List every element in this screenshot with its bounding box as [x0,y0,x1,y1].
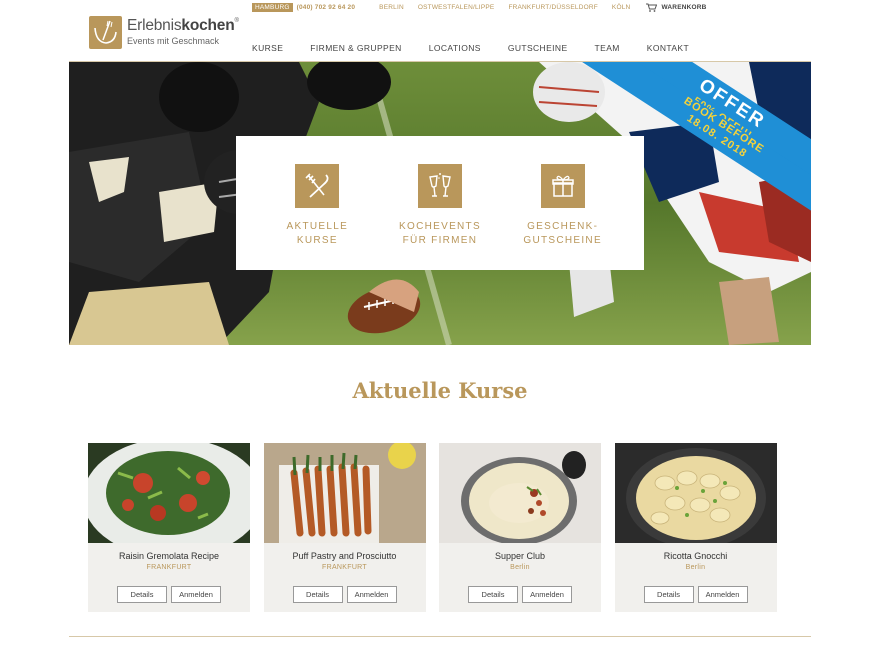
details-button[interactable]: Details [292,586,343,603]
course-title[interactable]: Raisin Gremolata Recipe [88,551,250,561]
quicklink-label-line2: FÜR FIRMEN [402,235,478,246]
section-title: Aktuelle Kurse [352,378,528,403]
footer-divider [69,636,811,637]
quicklink-label-line2: GUTSCHEINE [523,235,602,246]
course-image[interactable] [439,443,601,543]
brand-logo[interactable]: Erlebniskochen® Events mit Geschmack [89,15,239,49]
course-location: FRANKFURT [322,564,367,571]
course-image[interactable] [614,443,777,543]
course-card[interactable]: Ricotta Gnocchi Berlin Details Anmelden [614,443,777,612]
register-button[interactable]: Anmelden [522,586,572,603]
quicklink-aktuelle-kurse[interactable]: AKTUELLE KURSE [262,164,372,270]
city-link-owl[interactable]: OSTWESTFALEN/LIPPE [418,4,495,11]
course-card[interactable]: Puff Pastry and Prosciutto FRANKFURT Det… [263,443,426,612]
top-bar: HAMBURG (040) 702 92 64 20 BERLIN OSTWES… [252,2,707,12]
quicklink-label-line1: GESCHENK- [527,221,599,232]
register-button[interactable]: Anmelden [171,586,221,603]
cart-label: WARENKORB [661,3,707,11]
course-card[interactable]: Raisin Gremolata Recipe FRANKFURT Detail… [88,443,250,612]
quicklink-geschenkgutscheine[interactable]: GESCHENK- GUTSCHEINE [508,164,618,270]
gift-icon [540,164,585,208]
champagne-glasses-icon [417,164,462,208]
details-button[interactable]: Details [643,586,694,603]
brand-name: Erlebniskochen® [127,17,239,35]
city-link-frankfurt-duesseldorf[interactable]: FRANKFURT/DÜSSELDORF [508,4,597,11]
course-list: Raisin Gremolata Recipe FRANKFURT Detail… [88,443,777,612]
cart-icon [646,3,658,12]
course-card[interactable]: Supper Club Berlin Details Anmelden [439,443,601,612]
details-button[interactable]: Details [117,586,167,603]
nav-item-gutscheine[interactable]: GUTSCHEINE [508,43,568,53]
nav-item-kurse[interactable]: KURSE [252,43,283,53]
current-city-badge[interactable]: HAMBURG [252,2,293,12]
course-location: Berlin [510,564,530,571]
city-link-berlin[interactable]: BERLIN [379,4,404,11]
hero-banner: OFFER 50% OFF!!! BOOK BEFORE 18.08. 2018… [69,62,811,345]
course-title[interactable]: Puff Pastry and Prosciutto [264,551,426,561]
phone-number[interactable]: (040) 702 92 64 20 [297,4,356,11]
quicklink-label-line1: KOCHEVENTS [399,221,481,232]
hero-quicklinks-panel: AKTUELLE KURSE KOCHEVENTS FÜR FIRMEN GES… [236,136,644,270]
quicklink-label-line2: KURSE [296,235,338,246]
quicklink-kochevents-firmen[interactable]: KOCHEVENTS FÜR FIRMEN [385,164,495,270]
nav-item-locations[interactable]: LOCATIONS [429,43,481,53]
course-location: Berlin [685,564,706,571]
register-button[interactable]: Anmelden [697,586,748,603]
course-image[interactable] [263,443,426,543]
brand-tagline: Events mit Geschmack [127,35,220,46]
nav-item-team[interactable]: TEAM [595,43,620,53]
cart-link[interactable]: WARENKORB [646,3,706,12]
course-title[interactable]: Ricotta Gnocchi [615,551,777,561]
register-button[interactable]: Anmelden [346,586,397,603]
logo-mark-icon [89,15,122,49]
course-title[interactable]: Supper Club [439,551,601,561]
details-button[interactable]: Details [468,586,518,603]
main-navigation: KURSE FIRMEN & GRUPPEN LOCATIONS GUTSCHE… [252,43,716,53]
utensils-icon [295,164,340,208]
city-link-koeln[interactable]: KÖLN [612,4,631,11]
nav-item-kontakt[interactable]: KONTAKT [647,43,689,53]
course-image[interactable] [88,443,250,543]
course-location: FRANKFURT [146,564,192,571]
nav-item-firmen-gruppen[interactable]: FIRMEN & GRUPPEN [310,43,401,53]
quicklink-label-line1: AKTUELLE [286,221,349,232]
